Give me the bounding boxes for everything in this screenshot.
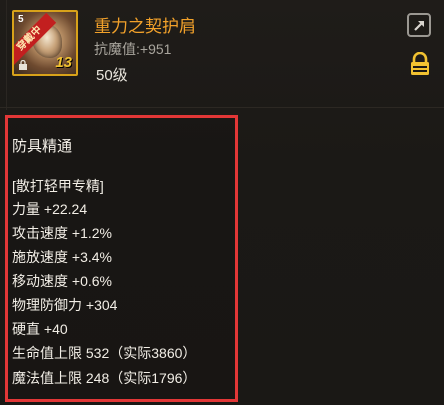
stats-title: 防具精通 bbox=[12, 138, 73, 155]
stat-line: 施放速度 +3.4% bbox=[12, 249, 112, 265]
item-name: 重力之契护肩 bbox=[94, 17, 196, 36]
resist-value: :+951 bbox=[136, 41, 172, 57]
stat-line: 攻击速度 +1.2% bbox=[12, 225, 112, 241]
stat-line: 硬直 +40 bbox=[12, 321, 68, 337]
small-lock-icon bbox=[19, 60, 27, 70]
stat-line: 生命值上限 532（实际3860） bbox=[12, 345, 197, 361]
stat-line: [散打轻甲专精] bbox=[12, 178, 104, 194]
icon-corner-number: 5 bbox=[18, 14, 24, 25]
enhance-level: 13 bbox=[55, 54, 72, 71]
resist-line: 抗魔值:+951 bbox=[94, 39, 171, 59]
header-divider bbox=[0, 107, 444, 108]
share-arrow-icon bbox=[414, 21, 424, 31]
panel-edge-line bbox=[6, 0, 7, 110]
stat-line: 移动速度 +0.6% bbox=[12, 273, 112, 289]
resist-label: 抗魔值 bbox=[94, 41, 136, 57]
stat-line: 物理防御力 +304 bbox=[12, 297, 118, 313]
stat-line: 力量 +22.24 bbox=[12, 201, 88, 217]
share-icon[interactable] bbox=[407, 13, 431, 37]
lock-icon[interactable] bbox=[409, 52, 431, 76]
item-icon[interactable]: 穿戴中 5 13 bbox=[12, 10, 78, 76]
item-level: 50级 bbox=[96, 67, 128, 84]
stat-line: 魔法值上限 248（实际1796） bbox=[12, 370, 197, 386]
